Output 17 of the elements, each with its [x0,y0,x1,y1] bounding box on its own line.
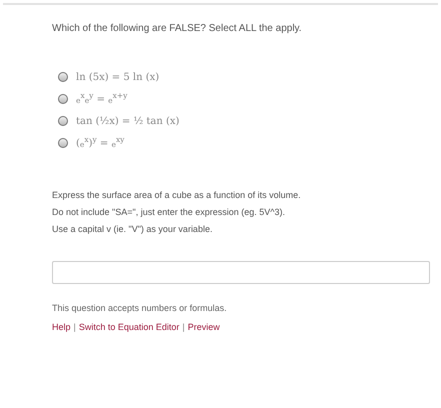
instruction-text: Express the surface area of a cube as a function of its volume. [52,189,301,202]
answer-field[interactable] [52,261,430,284]
separator-text: | [74,321,76,334]
math-formula: tan (½x) = ½ tan (x) [76,114,180,128]
link[interactable]: Preview [188,321,220,334]
math-formula: ln (5x) = 5 ln (x) [76,70,160,84]
instruction-text: Use a capital v (ie. "V") as your variable. [52,223,212,236]
radio-button[interactable] [58,72,68,82]
note-text: This question accepts numbers or formulas. [52,302,227,315]
radio-button[interactable] [58,94,68,104]
link[interactable]: Help [52,321,71,334]
radio-button[interactable] [58,116,68,126]
radio-button[interactable] [58,138,68,148]
instruction-text: Do not include "SA=", just enter the expression (eg. 5V^3). [52,206,285,219]
link[interactable]: Switch to Equation Editor [78,321,180,334]
separator-text: | [182,321,185,334]
question-text: Which of the following are FALSE? Select ALL the apply. [52,22,302,36]
